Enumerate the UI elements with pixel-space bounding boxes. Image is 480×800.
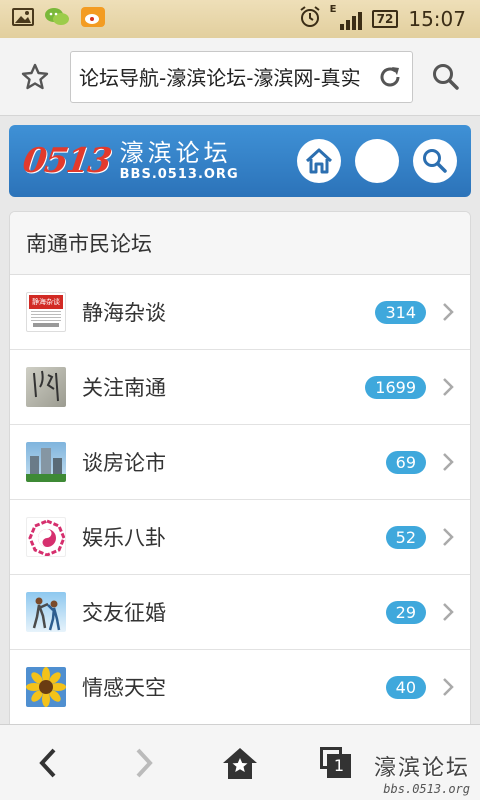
chevron-right-icon xyxy=(426,677,470,697)
blank-circle-button[interactable] xyxy=(355,139,399,183)
status-bar: E 72 15:07 xyxy=(0,0,480,38)
jinghai-thumb: 静海杂谈 xyxy=(26,292,66,332)
search-icon xyxy=(423,149,447,173)
url-field[interactable]: 论坛导航-濠滨论坛-濠滨网-真实 xyxy=(70,50,413,103)
couple-thumb xyxy=(26,592,66,632)
image-notification-icon xyxy=(12,8,34,30)
network-type: E xyxy=(329,4,337,15)
forum-item-label: 情感天空 xyxy=(82,676,166,700)
calligraphy-thumb xyxy=(26,367,66,407)
url-text[interactable]: 论坛导航-濠滨论坛-濠滨网-真实 xyxy=(79,62,368,91)
site-header: 0513 濠滨论坛 BBS.0513.ORG xyxy=(9,125,471,197)
alarm-icon xyxy=(298,5,322,33)
site-logo[interactable]: 0513 濠滨论坛 BBS.0513.ORG xyxy=(9,139,239,183)
home-icon xyxy=(305,148,333,174)
bookmark-star-icon[interactable] xyxy=(0,62,70,92)
home-icon xyxy=(223,747,257,779)
forum-item[interactable]: 关注南通 1699 xyxy=(10,350,470,425)
forum-item-label: 谈房论市 xyxy=(82,451,166,475)
forum-item[interactable]: 情感天空 40 xyxy=(10,650,470,724)
wechat-icon xyxy=(44,6,70,32)
bagua-thumb xyxy=(26,517,66,557)
browser-bottom-bar: 1 濠滨论坛 bbs.0513.org xyxy=(0,724,480,800)
browser-toolbar: 论坛导航-濠滨论坛-濠滨网-真实 xyxy=(0,38,480,116)
reload-icon[interactable] xyxy=(368,64,412,90)
post-count-badge: 314 xyxy=(375,300,426,324)
forward-arrow-icon xyxy=(136,748,153,777)
post-count-badge: 69 xyxy=(385,450,426,474)
forum-item-label: 关注南通 xyxy=(82,376,166,400)
chevron-right-icon xyxy=(426,602,470,622)
section-title: 南通市民论坛 xyxy=(10,212,470,275)
tabs-icon: 1 xyxy=(320,746,352,779)
post-count-badge: 29 xyxy=(385,600,426,624)
battery-icon: 72 xyxy=(371,10,399,28)
sunflower-thumb xyxy=(26,667,66,707)
chevron-right-icon xyxy=(426,377,470,397)
forum-item[interactable]: 谈房论市 69 xyxy=(10,425,470,500)
web-page: 0513 濠滨论坛 BBS.0513.ORG 南通市民论坛 静海杂谈 静海杂谈 … xyxy=(0,116,480,724)
forum-section-card: 南通市民论坛 静海杂谈 静海杂谈 314 关注南通 1699 谈房论市 69 娱… xyxy=(9,211,471,724)
forum-item[interactable]: 交友征婚 29 xyxy=(10,575,470,650)
chevron-right-icon xyxy=(426,527,470,547)
logo-name: 濠滨论坛 xyxy=(119,139,232,167)
weibo-icon xyxy=(80,6,106,32)
forum-item-label: 静海杂谈 xyxy=(82,301,166,325)
forum-item[interactable]: 娱乐八卦 52 xyxy=(10,500,470,575)
forum-item-label: 娱乐八卦 xyxy=(82,526,166,550)
home-nav-button[interactable] xyxy=(192,746,288,780)
chevron-right-icon xyxy=(426,302,470,322)
clock: 15:07 xyxy=(408,7,466,31)
buildings-thumb xyxy=(26,442,66,482)
post-count-badge: 40 xyxy=(385,675,426,699)
tabs-button[interactable]: 1 xyxy=(288,746,384,779)
forward-button[interactable] xyxy=(96,747,192,779)
chevron-right-icon xyxy=(426,452,470,472)
logo-number: 0513 xyxy=(20,141,113,181)
signal-icon: E xyxy=(330,4,362,30)
back-button[interactable] xyxy=(0,747,96,779)
search-icon[interactable] xyxy=(413,62,479,92)
forum-item[interactable]: 静海杂谈 静海杂谈 314 xyxy=(10,275,470,350)
post-count-badge: 52 xyxy=(385,525,426,549)
header-search-button[interactable] xyxy=(413,139,457,183)
home-button[interactable] xyxy=(297,139,341,183)
post-count-badge: 1699 xyxy=(365,375,426,399)
forum-item-label: 交友征婚 xyxy=(82,601,166,625)
back-arrow-icon xyxy=(39,748,56,777)
logo-url: BBS.0513.ORG xyxy=(119,167,239,182)
site-watermark: 濠滨论坛 bbs.0513.org xyxy=(374,750,470,796)
watermark-name: 濠滨论坛 xyxy=(373,756,470,781)
watermark-url: bbs.0513.org xyxy=(383,782,470,796)
